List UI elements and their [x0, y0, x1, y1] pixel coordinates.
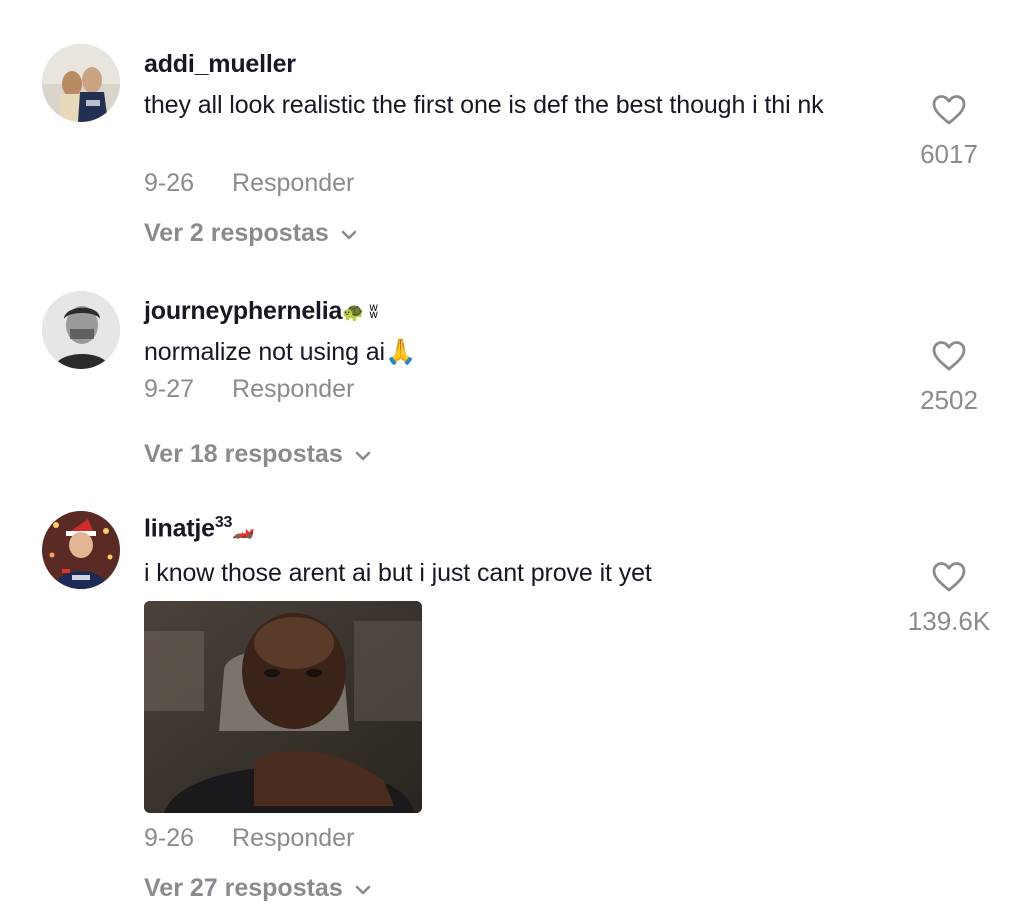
avatar[interactable]: [42, 291, 120, 369]
view-replies-label[interactable]: Ver 2 respostas: [144, 219, 329, 247]
view-replies-button[interactable]: Ver 27 respostas: [144, 874, 373, 904]
view-replies-label[interactable]: Ver 27 respostas: [144, 874, 343, 902]
chevron-down-icon: [353, 441, 373, 470]
like-button[interactable]: 139.6K: [894, 561, 1004, 637]
username-text[interactable]: addi_mueller: [144, 50, 296, 78]
reply-button[interactable]: Responder: [232, 169, 354, 197]
username-emoji: 🏎️: [232, 519, 255, 540]
heart-outline-icon[interactable]: [894, 561, 1004, 598]
username-text[interactable]: linatje: [144, 514, 215, 542]
avatar[interactable]: [42, 511, 120, 589]
username[interactable]: addi_mueller: [144, 50, 296, 79]
username[interactable]: linatje33🏎️: [144, 514, 255, 543]
comment-meta: 9-26 Responder: [144, 169, 354, 198]
username-superscript: 33: [214, 514, 233, 531]
like-count: 2502: [920, 385, 978, 415]
reply-button[interactable]: Responder: [232, 375, 354, 403]
like-button[interactable]: 2502: [894, 340, 1004, 416]
comment-date: 9-26: [144, 824, 195, 852]
username-text[interactable]: journeyphernelia: [144, 297, 342, 325]
comment-meta: 9-27 Responder: [144, 375, 354, 404]
comment-text: i know those arent ai but i just cant pr…: [144, 559, 652, 587]
comment-meta: 9-26 Responder: [144, 824, 354, 853]
view-replies-button[interactable]: Ver 18 respostas: [144, 440, 373, 470]
chevron-down-icon: [339, 220, 359, 249]
view-replies-label[interactable]: Ver 18 respostas: [144, 440, 343, 468]
username-emoji: 🐢 ʬ: [342, 301, 378, 322]
heart-outline-icon[interactable]: [894, 94, 1004, 131]
like-count: 6017: [920, 139, 978, 169]
like-button[interactable]: 6017: [894, 94, 1004, 170]
gif-image[interactable]: [144, 601, 422, 813]
chevron-down-icon: [353, 875, 373, 904]
comment-text: they all look realistic the first one is…: [144, 91, 824, 119]
like-count: 139.6K: [907, 606, 991, 636]
username[interactable]: journeyphernelia🐢 ʬ: [144, 297, 378, 326]
heart-outline-icon[interactable]: [894, 340, 1004, 377]
view-replies-button[interactable]: Ver 2 respostas: [144, 219, 359, 249]
avatar[interactable]: [42, 44, 120, 122]
reply-button[interactable]: Responder: [232, 824, 354, 852]
comment-date: 9-27: [144, 375, 195, 403]
comment-date: 9-26: [144, 169, 195, 197]
comment-text: normalize not using ai🙏: [144, 338, 417, 366]
